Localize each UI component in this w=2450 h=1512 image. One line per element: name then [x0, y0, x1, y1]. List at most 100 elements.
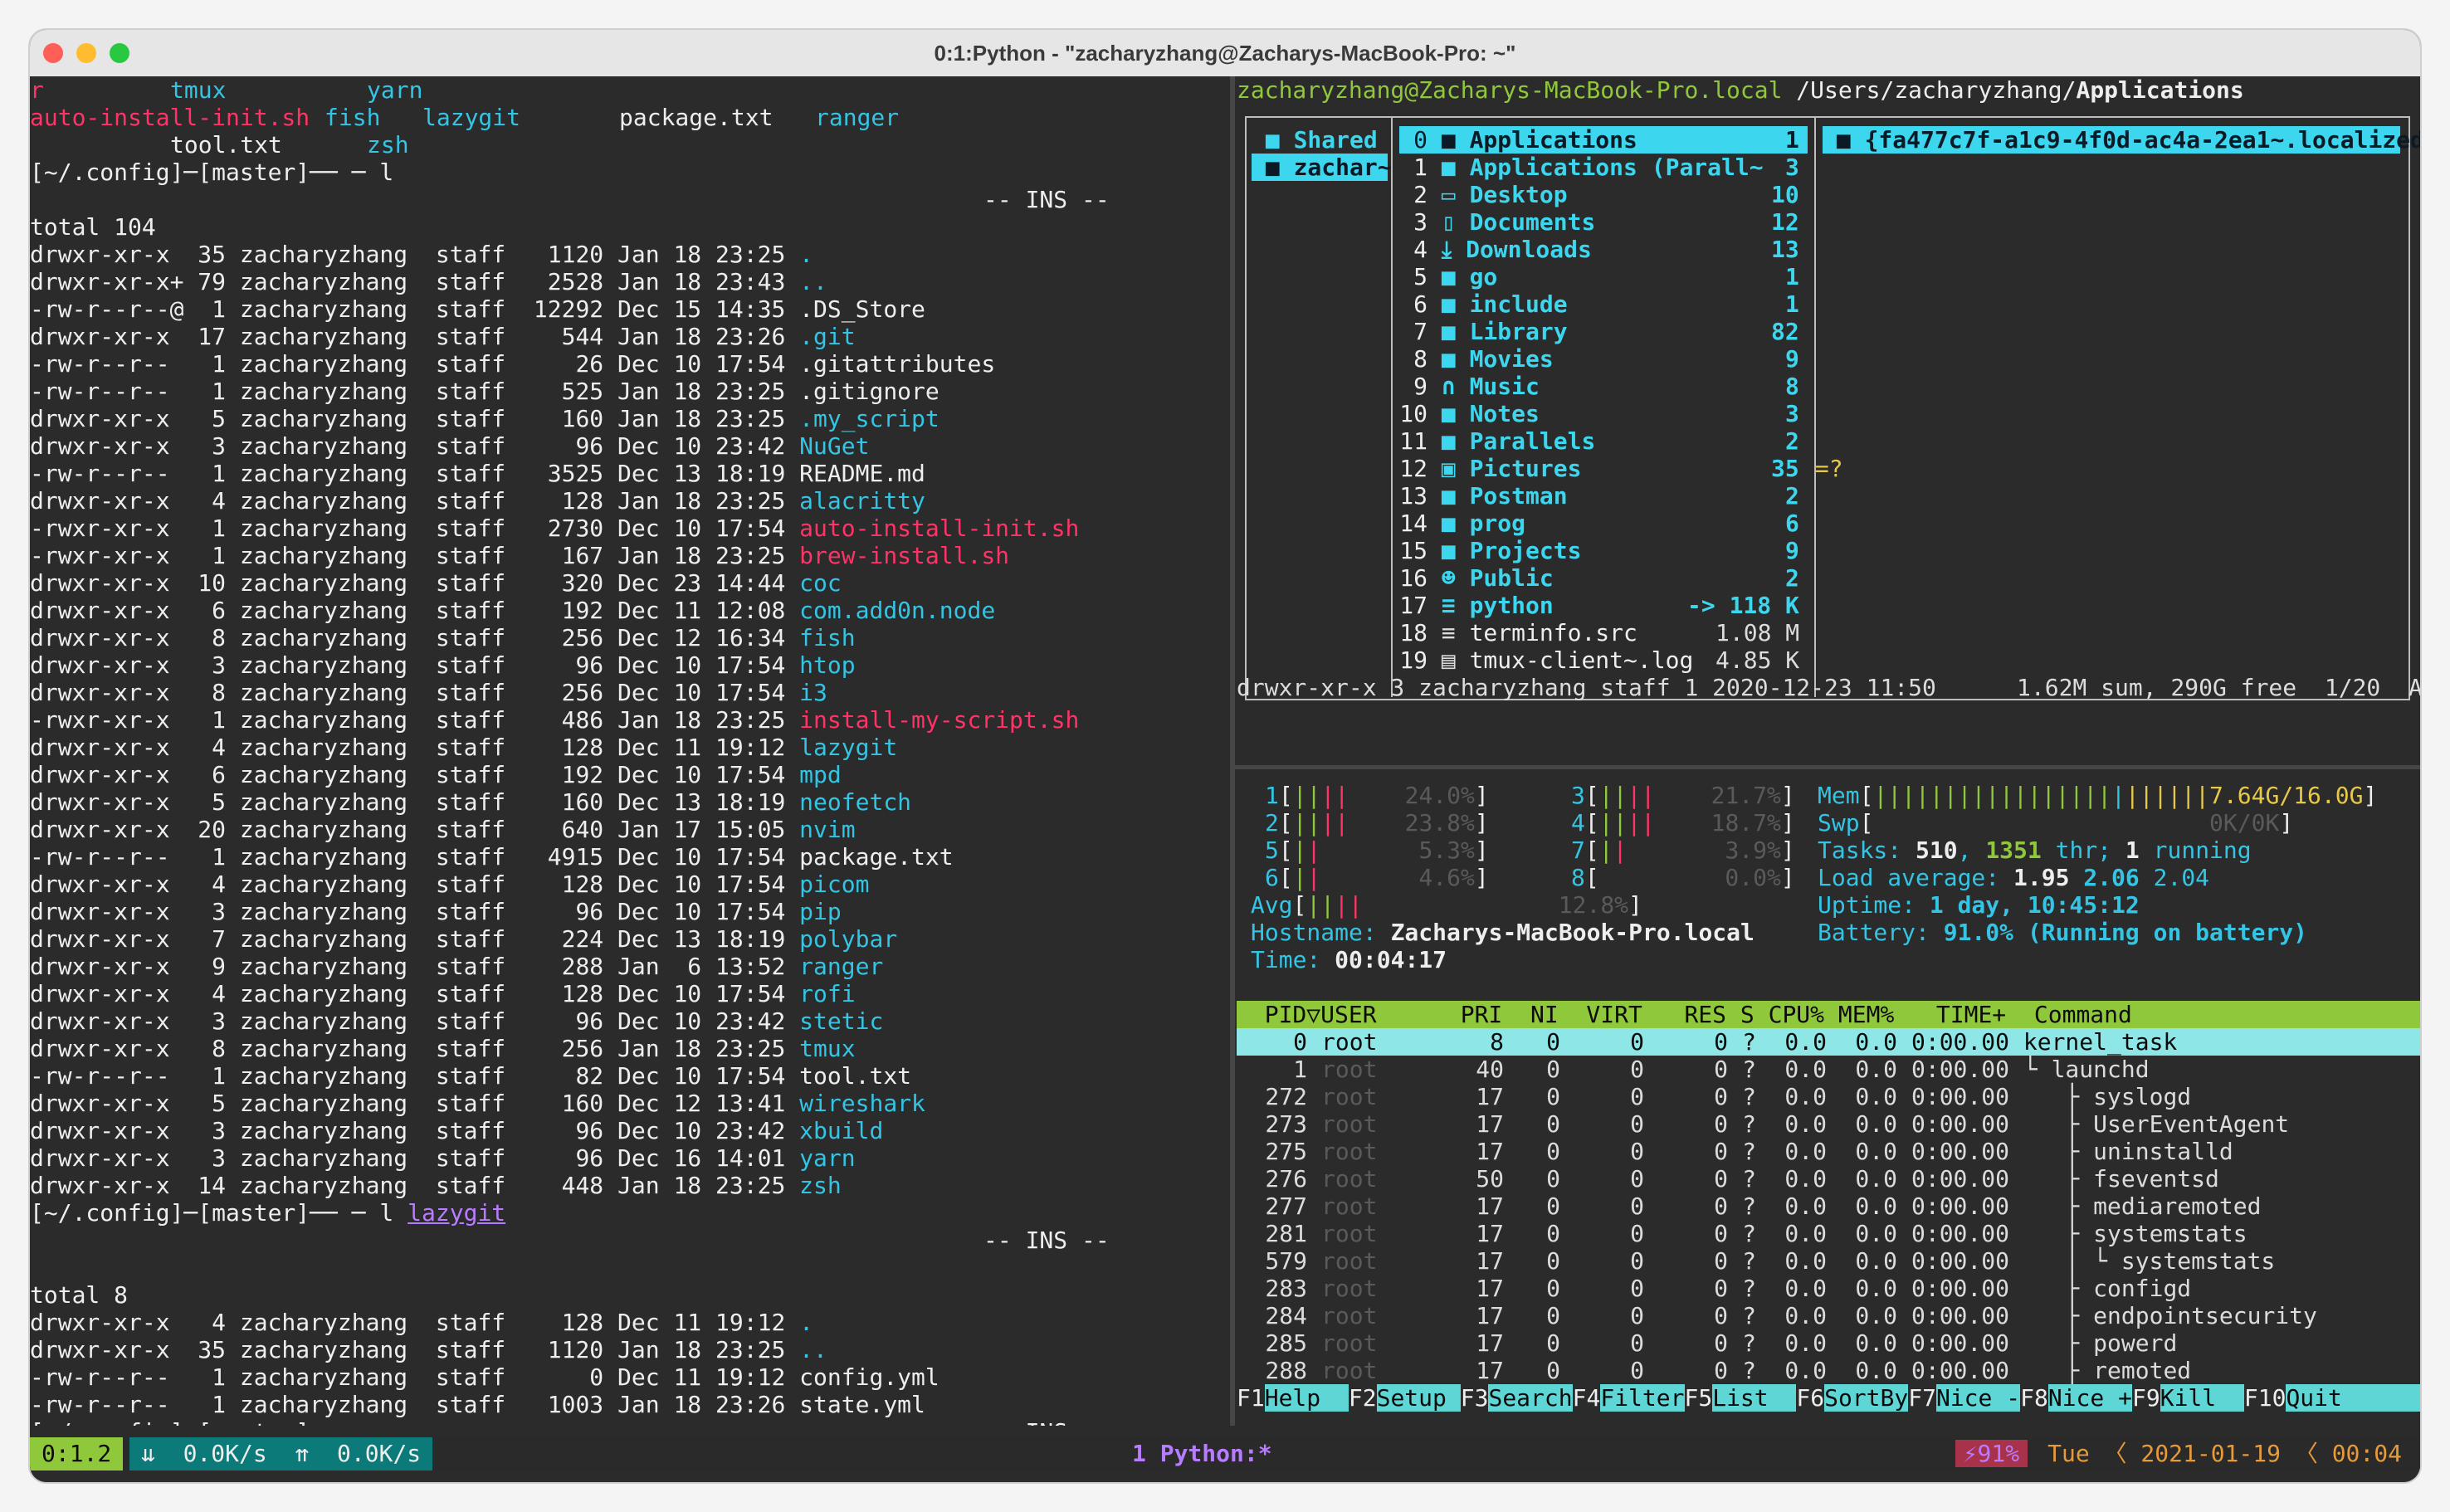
swap-meter-label: Swp [1818, 809, 1860, 836]
process-time: 0:00.00 [1911, 1028, 2009, 1056]
ranger-pane[interactable]: zacharyzhang@Zacharys-MacBook-Pro.local … [1237, 76, 2420, 757]
ranger-item[interactable]: 7 ■ Library [1399, 318, 1789, 345]
process-row[interactable]: 284 root 17 0 0 0? 0.0 0.0 0:00.00 ├ endpointsec… [1237, 1302, 2420, 1329]
process-user: root [1321, 1083, 1378, 1110]
ranger-item[interactable]: 8 ■ Movies [1399, 345, 1789, 373]
fkey-f2-button[interactable]: F2Setup [1348, 1384, 1461, 1412]
ranger-item[interactable]: 10 ■ Notes [1399, 400, 1789, 427]
process-cpu: 0.0 [1784, 1028, 1827, 1056]
process-time: 0:00.00 [1911, 1193, 2009, 1220]
ranger-item[interactable]: 1 ■ Applications (Parall~ [1399, 154, 1789, 181]
process-row[interactable]: 283 root 17 0 0 0? 0.0 0.0 0:00.00 ├ configd [1237, 1275, 2420, 1302]
ls-row: drwxr-xr-x 17 zacharyzhang staff 544 Jan… [30, 323, 856, 350]
ranger-item[interactable]: 2 ▭ Desktop [1399, 181, 1789, 208]
process-row[interactable]: 272 root 17 0 0 0? 0.0 0.0 0:00.00 ├ syslogd [1237, 1083, 2420, 1110]
process-mem: 0.0 [1855, 1357, 1897, 1384]
pane-divider-vertical[interactable] [1230, 76, 1235, 1426]
process-virt: 0 [1630, 1028, 1644, 1056]
ranger-item[interactable]: 14 ■ prog [1399, 510, 1789, 537]
process-row[interactable]: 1 root 40 0 0 0? 0.0 0.0 0:00.00 └ launchd [1237, 1056, 2420, 1083]
process-s: ? [1742, 1329, 1756, 1357]
process-s: ? [1742, 1247, 1756, 1275]
process-pri: 17 [1476, 1247, 1504, 1275]
process-row[interactable]: 275 root 17 0 0 0? 0.0 0.0 0:00.00 ├ uninstalld [1237, 1138, 2420, 1165]
ranger-item[interactable]: 3 ▯ Documents [1399, 208, 1789, 236]
fkey-label: Nice - [1935, 1384, 2021, 1412]
process-row[interactable]: 288 root 17 0 0 0? 0.0 0.0 0:00.00 ├ remoted [1237, 1357, 2420, 1384]
ranger-status-left: drwxr-xr-x 3 zacharyzhang staff 1 2020-1… [1237, 674, 1936, 701]
load-15: 2.04 [2153, 864, 2210, 891]
process-row[interactable]: 277 root 17 0 0 0? 0.0 0.0 0:00.00 ├ mediaremote… [1237, 1193, 2420, 1220]
fkey-f10-button[interactable]: F10Quit [2243, 1384, 2370, 1412]
cpu-avg-percent: 12.8% [1558, 891, 1629, 919]
process-cpu: 0.0 [1784, 1357, 1827, 1384]
fkey-f8-button[interactable]: F8Nice + [2020, 1384, 2132, 1412]
tmux-window-tab[interactable]: 1 Python:* [1132, 1437, 1272, 1471]
ls-row-meta: -rw-r--r-- 1 zacharyzhang staff 26 Dec 1… [30, 350, 800, 378]
ranger-item-count: 2 [1785, 482, 1799, 510]
ranger-item-index: 7 [1413, 318, 1428, 345]
ranger-item-count: 1 [1785, 263, 1799, 290]
ranger-item[interactable]: 15 ■ Projects [1399, 537, 1789, 564]
shell-pane[interactable]: r tmux yarn auto-install-init.sh fish lazygit… [30, 76, 1228, 1426]
ls-row: drwxr-xr-x+ 79 zacharyzhang staff 2528 J… [30, 268, 827, 295]
htop-pane[interactable]: 1[|||| 24.0%] 2[|||| 23.8%] 5[|| 5.3%] 6[||… [1237, 773, 2420, 1426]
process-row[interactable]: 281 root 17 0 0 0? 0.0 0.0 0:00.00 ├ systemstats [1237, 1220, 2420, 1247]
folder-icon: ■ [1252, 154, 1294, 181]
ranger-item[interactable]: 0 ■ Applications [1399, 126, 1808, 154]
ranger-item[interactable]: 12 ▣ Pictures [1399, 455, 1789, 482]
fkey-f6-button[interactable]: F6SortBy [1796, 1384, 1909, 1412]
ls-row-name: config.yml [799, 1363, 939, 1391]
ls-row-name: tmux [799, 1035, 856, 1062]
tasks-label: Tasks: [1818, 836, 1916, 864]
ranger-item[interactable]: 16 ☻ Public [1399, 564, 1789, 592]
ls-row: drwxr-xr-x 35 zacharyzhang staff 1120 Ja… [30, 241, 813, 268]
ranger-item[interactable]: 6 ■ include [1399, 290, 1789, 318]
ranger-item[interactable]: 9 ∩ Music [1399, 373, 1789, 400]
process-virt: 0 [1630, 1056, 1644, 1083]
ls-row: drwxr-xr-x 6 zacharyzhang staff 192 Dec … [30, 761, 842, 788]
fkey-label: Filter [1600, 1384, 1685, 1412]
ls-row: -rwxr-xr-x 1 zacharyzhang staff 167 Jan … [30, 542, 1009, 569]
process-row[interactable]: 273 root 17 0 0 0? 0.0 0.0 0:00.00 ├ UserEventAg… [1237, 1110, 2420, 1138]
process-row[interactable]: 579 root 17 0 0 0? 0.0 0.0 0:00.00 │ └ systemsta… [1237, 1247, 2420, 1275]
folder-icon: ■ [1252, 126, 1294, 154]
ranger-parent-item[interactable]: ■ zachar~ [1252, 154, 1392, 181]
process-row[interactable]: 285 root 17 0 0 0? 0.0 0.0 0:00.00 ├ powerd [1237, 1329, 2420, 1357]
fkey-f5-button[interactable]: F5List [1684, 1384, 1797, 1412]
pane-divider-horizontal[interactable] [1235, 765, 2420, 769]
ranger-item[interactable]: 5 ■ go [1399, 263, 1789, 290]
ranger-item[interactable]: 11 ■ Parallels [1399, 427, 1789, 455]
ls-row-meta: -rw-r--r-- 1 zacharyzhang staff 82 Dec 1… [30, 1062, 800, 1090]
ranger-preview-item[interactable]: ■ {fa477c7f-a1c9-4f0d-ac4a-2ea1~.localiz… [1823, 126, 2420, 154]
fkey-f7-button[interactable]: F7Nice - [1908, 1384, 2021, 1412]
process-tree [2009, 1028, 2023, 1056]
ls-row-meta: -rw-r--r-- 1 zacharyzhang staff 1003 Jan… [30, 1391, 800, 1418]
cpu-meter-pad [1320, 836, 1404, 864]
ranger-item[interactable]: 4 ⤓ Downloads [1399, 236, 1789, 263]
cpu-meter-percent: 24.0% [1404, 782, 1475, 809]
cpu-meter-label: 6 [1265, 864, 1279, 891]
fkey-label: Nice + [2047, 1384, 2132, 1412]
process-row[interactable]: 0 root 8 0 0 0? 0.0 0.0 0:00.00 kernel_task [1237, 1028, 2420, 1056]
process-pid: 1 [1293, 1056, 1307, 1083]
fkey-f3-button[interactable]: F3Search [1460, 1384, 1573, 1412]
fkey-f1-button[interactable]: F1Help [1237, 1384, 1349, 1412]
process-time: 0:00.00 [1911, 1083, 2009, 1110]
process-cpu: 0.0 [1784, 1275, 1827, 1302]
process-virt: 0 [1630, 1138, 1644, 1165]
ranger-item-name: Notes [1469, 400, 1540, 427]
cpu-meter-label: 5 [1265, 836, 1279, 864]
fkey-key: F9 [2132, 1384, 2160, 1412]
process-ni: 0 [1546, 1028, 1560, 1056]
fkey-label: Quit [2286, 1384, 2370, 1412]
ls-row-meta: drwxr-xr-x+ 79 zacharyzhang staff 2528 J… [30, 268, 800, 295]
terminal-area[interactable]: r tmux yarn auto-install-init.sh fish lazygit… [30, 76, 2420, 1482]
ranger-parent-item[interactable]: ■ Shared [1252, 126, 1384, 154]
process-res: 0 [1714, 1193, 1728, 1220]
ranger-item[interactable]: 13 ■ Postman [1399, 482, 1789, 510]
fkey-f9-button[interactable]: F9Kill [2132, 1384, 2244, 1412]
process-row[interactable]: 276 root 50 0 0 0? 0.0 0.0 0:00.00 ├ fseventsd [1237, 1165, 2420, 1193]
uptime: Uptime: 1 day, 10:45:12 [1818, 891, 2140, 919]
fkey-f4-button[interactable]: F4Filter [1572, 1384, 1685, 1412]
